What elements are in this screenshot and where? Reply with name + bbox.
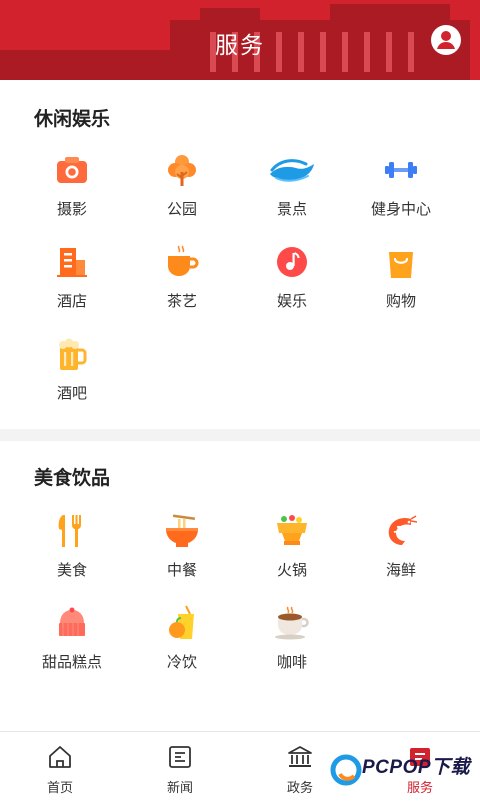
beer-mug-icon: [59, 338, 87, 370]
item-label: 摄影: [56, 201, 87, 218]
tab-label: 新闻: [166, 780, 193, 795]
service-item-scenic-spot[interactable]: 景点: [232, 152, 352, 232]
item-label: 甜品糕点: [41, 654, 102, 671]
service-item-tea[interactable]: 茶艺: [122, 244, 242, 324]
item-label: 冷饮: [166, 654, 197, 671]
item-label: 美食: [56, 562, 87, 579]
hotpot-icon: [277, 515, 307, 545]
service-item-dessert[interactable]: 甜品糕点: [12, 605, 132, 685]
tea-cup-icon: [168, 245, 199, 276]
service-item-entertainment[interactable]: 娱乐: [232, 244, 352, 324]
hotel-icon: [57, 248, 87, 277]
news-icon: [169, 746, 191, 768]
noodle-bowl-icon: [166, 514, 198, 547]
music-note-icon: [277, 247, 307, 277]
service-item-park[interactable]: 公园: [122, 152, 242, 232]
wave-icon: [270, 159, 314, 182]
item-label: 海鲜: [385, 562, 416, 579]
service-item-hotpot[interactable]: 火锅: [232, 513, 352, 593]
section-title: 休闲娱乐: [34, 109, 111, 130]
fork-knife-icon: [58, 515, 81, 547]
government-icon: [288, 746, 312, 767]
service-item-cold-drink[interactable]: 冷饮: [122, 605, 242, 685]
watermark-text: PCPOP下载: [362, 757, 471, 778]
service-item-photography[interactable]: 摄影: [12, 152, 132, 232]
tab-news[interactable]: 新闻: [120, 732, 240, 801]
camera-icon: [57, 157, 87, 183]
tab-label: 首页: [46, 780, 73, 795]
service-item-chinese-food[interactable]: 中餐: [122, 513, 242, 593]
item-label: 茶艺: [166, 293, 197, 310]
item-label: 酒吧: [56, 385, 87, 402]
item-label: 景点: [276, 201, 307, 218]
shrimp-icon: [388, 515, 418, 545]
food-section: 美食饮品 美食 中餐 火锅 海鲜 甜品糕点 冷饮 咖啡: [0, 441, 480, 731]
shopping-bag-icon: [389, 252, 413, 278]
coffee-cup-icon: [275, 606, 309, 640]
item-label: 娱乐: [276, 293, 307, 310]
service-item-shopping[interactable]: 购物: [341, 244, 461, 324]
item-label: 购物: [385, 293, 416, 310]
item-label: 健身中心: [370, 201, 431, 218]
leisure-section: 休闲娱乐 摄影 公园 景点 健身中心 酒店 茶艺 娱乐 购物 酒吧: [0, 80, 480, 429]
user-profile-icon[interactable]: [430, 24, 462, 56]
item-label: 公园: [166, 201, 197, 218]
section-title: 美食饮品: [34, 468, 111, 489]
item-label: 酒店: [56, 293, 87, 310]
home-icon: [49, 746, 71, 768]
service-item-bar[interactable]: 酒吧: [12, 336, 132, 416]
item-label: 咖啡: [276, 654, 307, 671]
page-title: 服务: [215, 32, 265, 58]
service-item-seafood[interactable]: 海鲜: [341, 513, 461, 593]
service-item-hotel[interactable]: 酒店: [12, 244, 132, 324]
service-item-food[interactable]: 美食: [12, 513, 132, 593]
juice-icon: [169, 605, 194, 639]
item-label: 火锅: [276, 562, 307, 579]
service-item-coffee[interactable]: 咖啡: [232, 605, 352, 685]
app-header: 服务: [0, 0, 480, 80]
dumbbell-icon: [385, 162, 417, 178]
tab-home[interactable]: 首页: [0, 732, 120, 801]
cake-icon: [59, 607, 85, 636]
tree-icon: [168, 155, 196, 186]
service-item-fitness[interactable]: 健身中心: [341, 152, 461, 232]
item-label: 中餐: [166, 562, 197, 579]
